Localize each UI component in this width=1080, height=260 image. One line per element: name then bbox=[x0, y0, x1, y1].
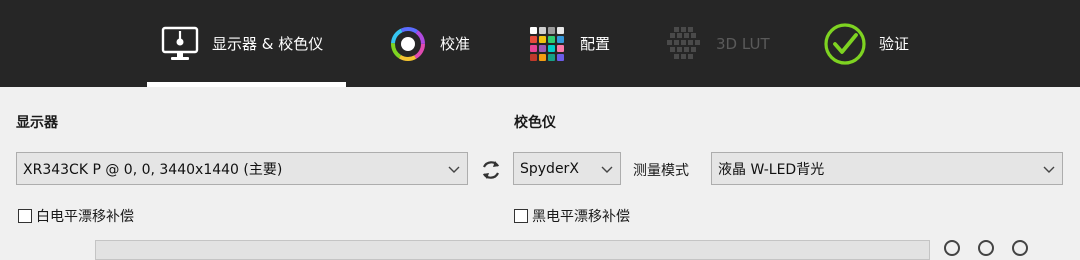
partial-icon[interactable] bbox=[944, 240, 960, 256]
measurement-mode-label: 测量模式 bbox=[633, 163, 689, 179]
tab-display-colorimeter[interactable]: 显示器 & 校色仪 bbox=[160, 0, 323, 87]
display-select-value: XR343CK P @ 0, 0, 3440x1440 (主要) bbox=[23, 161, 283, 178]
colorimeter-section-title: 校色仪 bbox=[514, 115, 556, 131]
partial-icon[interactable] bbox=[978, 240, 994, 256]
partial-icon[interactable] bbox=[1012, 240, 1028, 256]
black-drift-compensation-checkbox[interactable]: 黑电平漂移补偿 bbox=[514, 206, 630, 226]
top-navigation-bar: 显示器 & 校色仪 校准 配置 3D LUT 验证 bbox=[0, 0, 1080, 87]
measurement-mode-value: 液晶 W-LED背光 bbox=[718, 161, 825, 178]
color-grid-icon bbox=[530, 26, 564, 61]
color-wheel-icon bbox=[391, 26, 425, 61]
active-tab-indicator bbox=[147, 82, 346, 87]
tab-calibration[interactable]: 校准 bbox=[388, 0, 470, 87]
checkbox-label: 白电平漂移补偿 bbox=[36, 209, 134, 225]
instrument-select[interactable]: SpyderX bbox=[513, 152, 621, 185]
tab-label: 配置 bbox=[580, 35, 611, 53]
tab-verification[interactable]: 验证 bbox=[823, 0, 909, 87]
checkbox-box[interactable] bbox=[514, 209, 528, 223]
chevron-down-icon bbox=[1043, 166, 1055, 173]
display-icon bbox=[161, 26, 199, 60]
lut-cube-icon bbox=[667, 26, 700, 59]
check-circle-icon bbox=[824, 22, 866, 65]
instrument-select-value: SpyderX bbox=[520, 160, 579, 177]
tab-label: 显示器 & 校色仪 bbox=[212, 35, 324, 53]
white-drift-compensation-checkbox[interactable]: 白电平漂移补偿 bbox=[18, 206, 134, 226]
display-select[interactable]: XR343CK P @ 0, 0, 3440x1440 (主要) bbox=[16, 152, 468, 185]
tab-label: 校准 bbox=[440, 35, 471, 53]
tab-label: 验证 bbox=[879, 35, 910, 53]
tab-label: 3D LUT bbox=[716, 34, 770, 53]
chevron-down-icon bbox=[601, 166, 613, 173]
partial-input-field[interactable] bbox=[95, 240, 930, 260]
tab-profiling[interactable]: 配置 bbox=[528, 0, 610, 87]
measurement-mode-select[interactable]: 液晶 W-LED背光 bbox=[711, 152, 1063, 185]
chevron-down-icon bbox=[448, 166, 460, 173]
display-section-title: 显示器 bbox=[16, 115, 58, 131]
tab-3d-lut[interactable]: 3D LUT bbox=[664, 0, 770, 87]
checkbox-box[interactable] bbox=[18, 209, 32, 223]
refresh-icon[interactable] bbox=[478, 157, 504, 183]
checkbox-label: 黑电平漂移补偿 bbox=[532, 209, 630, 225]
